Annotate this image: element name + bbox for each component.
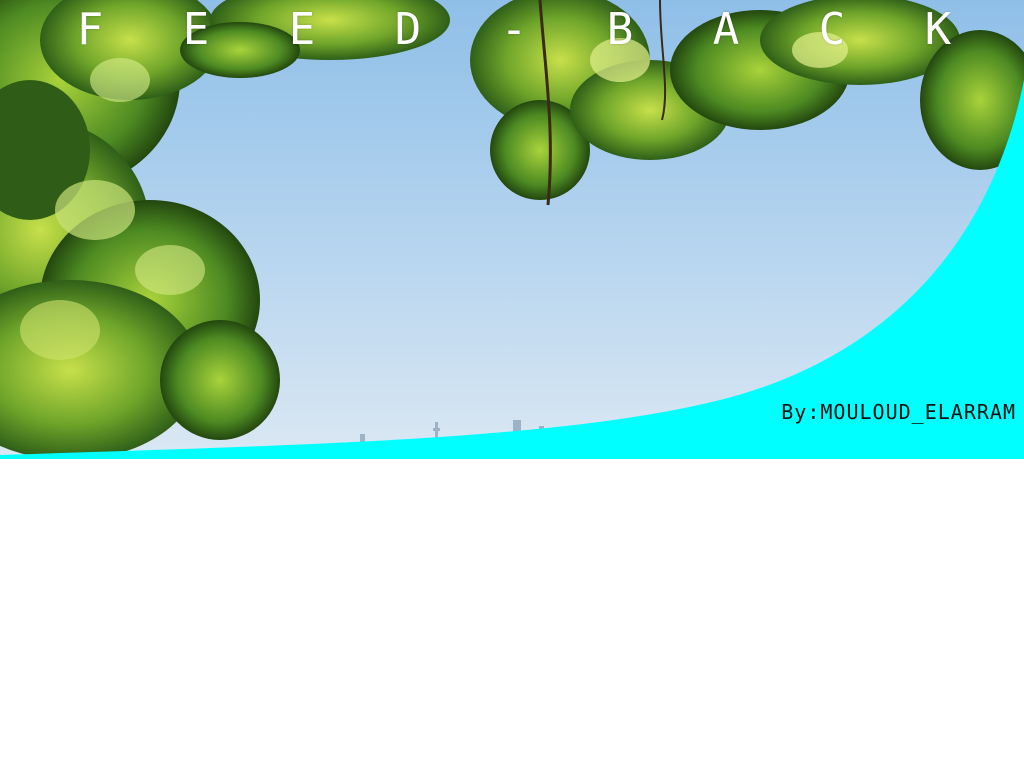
hero-banner: F E E D - B A C K By:MOULOUD_ELARRAM	[0, 0, 1024, 459]
page-title: F E E D - B A C K	[0, 4, 1024, 56]
title-letter: D	[394, 4, 422, 55]
title-letter: F	[76, 4, 104, 55]
title-letter: K	[924, 4, 952, 55]
page-content	[0, 459, 1024, 769]
title-letter: A	[712, 4, 740, 55]
title-letter: E	[288, 4, 316, 55]
author-credit: By:MOULOUD_ELARRAM	[781, 400, 1016, 424]
hero-photo	[0, 0, 1024, 459]
title-letter: -	[500, 4, 528, 55]
title-letter: E	[182, 4, 210, 55]
title-letter: C	[818, 4, 846, 55]
title-letter: B	[606, 4, 634, 55]
